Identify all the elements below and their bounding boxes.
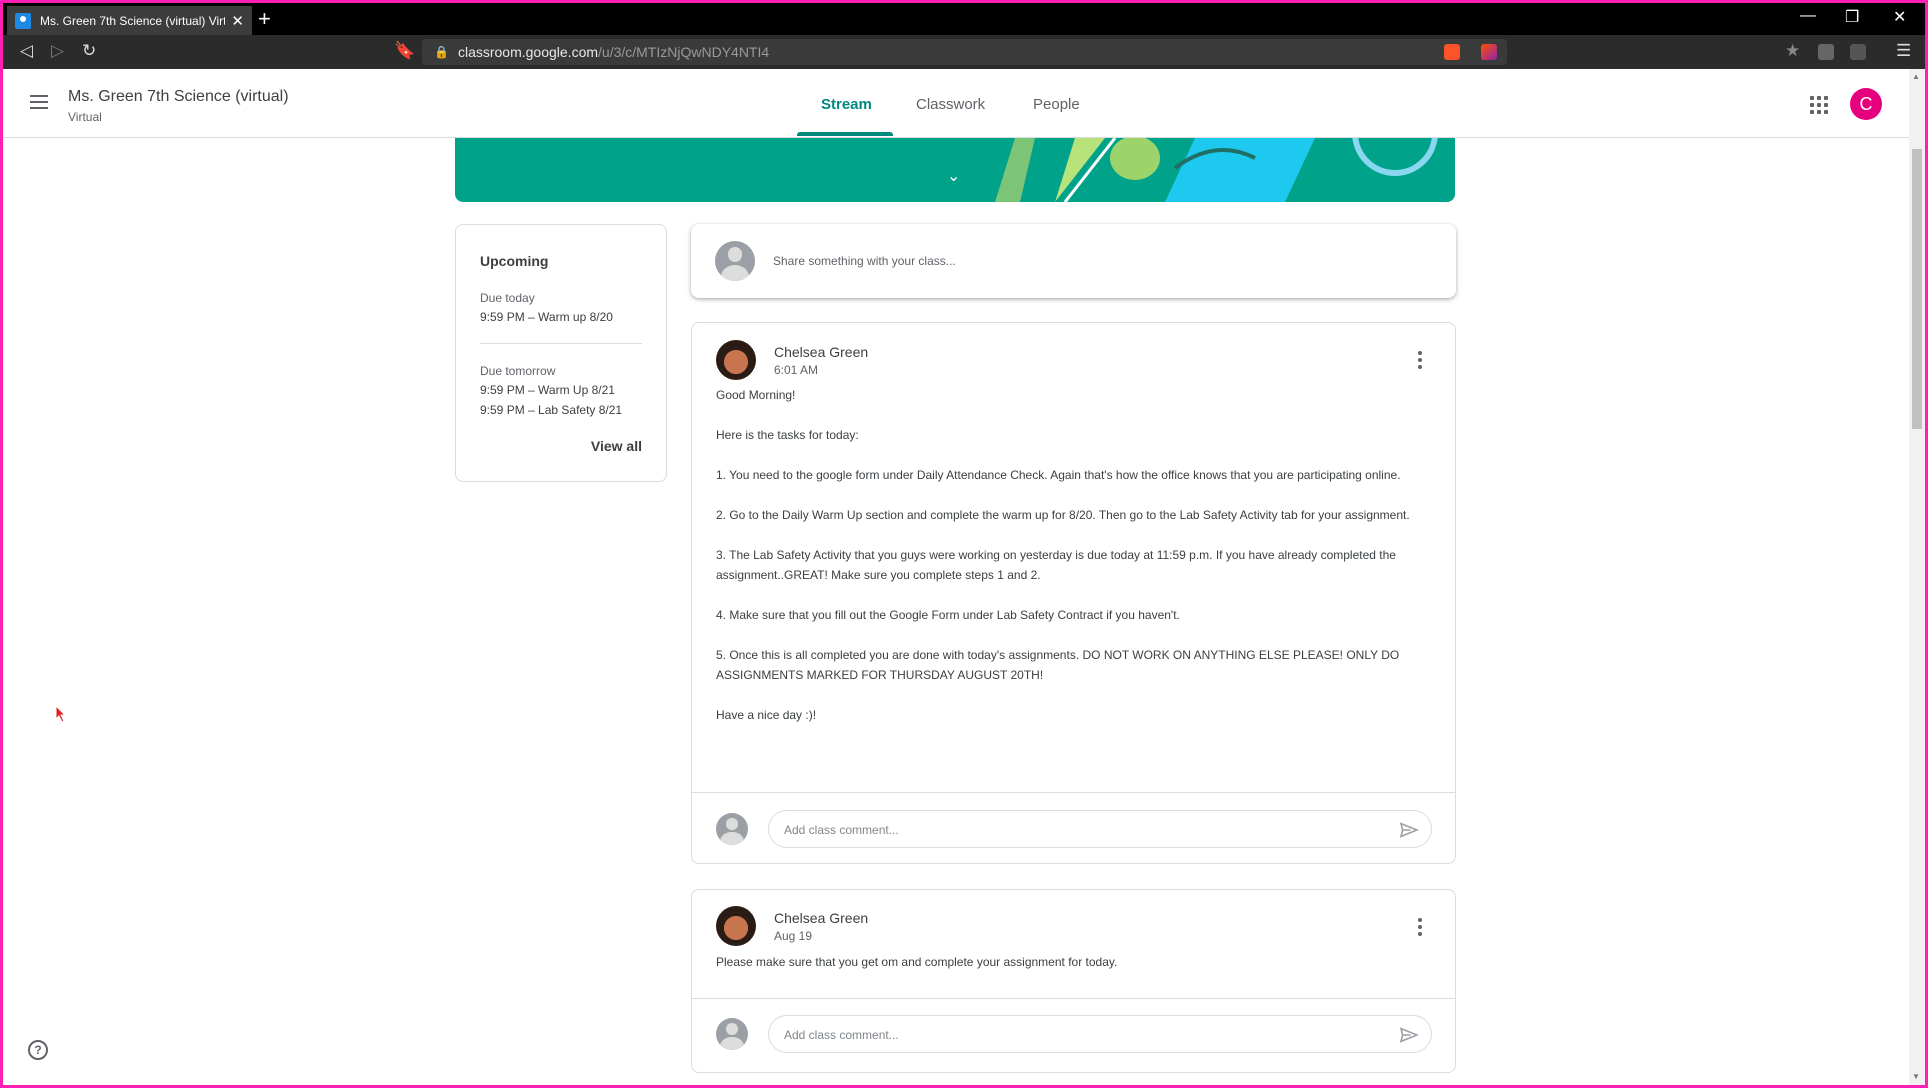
tab-stream[interactable]: Stream <box>821 96 872 113</box>
close-tab-icon[interactable]: ✕ <box>231 12 244 30</box>
post-paragraph: 5. Once this is all completed you are do… <box>716 648 1400 682</box>
browser-window: Ms. Green 7th Science (virtual) Virt ✕ +… <box>3 3 1925 1085</box>
comment-divider <box>692 998 1455 999</box>
post-paragraph: 1. You need to the google form under Dai… <box>716 468 1401 482</box>
brave-rewards-icon[interactable] <box>1481 44 1497 60</box>
post-paragraph: 3. The Lab Safety Activity that you guys… <box>716 548 1396 582</box>
class-title[interactable]: Ms. Green 7th Science (virtual) <box>68 88 289 106</box>
due-today-label: Due today <box>480 291 535 305</box>
post-paragraph: 4. Make sure that you fill out the Googl… <box>716 608 1180 622</box>
class-banner: ⌄ <box>455 138 1455 202</box>
close-window-icon[interactable]: ✕ <box>1893 7 1906 27</box>
tab-people[interactable]: People <box>1033 96 1080 113</box>
view-all-link[interactable]: View all <box>591 438 642 454</box>
share-announcement-box[interactable]: Share something with your class... <box>691 224 1456 298</box>
post-paragraph: Have a nice day :)! <box>716 708 817 722</box>
minimize-icon[interactable]: — <box>1800 7 1816 25</box>
commenter-avatar-icon <box>716 1018 748 1050</box>
active-tab-indicator <box>797 132 893 136</box>
browser-tab-title: Ms. Green 7th Science (virtual) Virt <box>40 13 226 28</box>
chevron-down-icon[interactable]: ⌄ <box>947 166 960 186</box>
upcoming-item[interactable]: 9:59 PM – Warm Up 8/21 <box>480 383 615 397</box>
main-menu-icon[interactable] <box>30 95 48 109</box>
commenter-avatar-icon <box>716 813 748 845</box>
brave-shield-icon[interactable] <box>1444 44 1460 60</box>
announcement-post: Chelsea Green Aug 19 Please make sure th… <box>691 889 1456 1073</box>
post-author: Chelsea Green <box>774 344 869 360</box>
forward-icon[interactable]: ▷ <box>51 41 64 61</box>
scroll-thumb[interactable] <box>1912 149 1922 429</box>
due-tomorrow-label: Due tomorrow <box>480 364 556 378</box>
profile-extension-icon[interactable] <box>1850 44 1866 60</box>
send-icon[interactable] <box>1399 1027 1419 1043</box>
extension-icon[interactable] <box>1818 44 1834 60</box>
classroom-favicon-icon <box>15 12 31 29</box>
class-comment-input[interactable]: Add class comment... <box>768 810 1432 848</box>
post-time[interactable]: 6:01 AM <box>774 363 818 377</box>
browser-toolbar: ◁ ▷ ↻ 🔖 🔒 classroom.google.com/u/3/c/MTI… <box>3 35 1925 69</box>
address-bar[interactable]: 🔒 classroom.google.com/u/3/c/MTIzNjQwNDY… <box>422 39 1507 65</box>
lock-icon: 🔒 <box>434 45 449 59</box>
comment-divider <box>692 792 1455 793</box>
share-placeholder: Share something with your class... <box>773 254 956 268</box>
account-avatar[interactable]: C <box>1850 88 1882 120</box>
upcoming-item[interactable]: 9:59 PM – Warm up 8/20 <box>480 310 613 324</box>
more-options-icon[interactable] <box>1418 351 1422 372</box>
class-section: Virtual <box>68 110 102 124</box>
post-paragraph: 2. Go to the Daily Warm Up section and c… <box>716 508 1410 522</box>
class-comment-input[interactable]: Add class comment... <box>768 1015 1432 1053</box>
divider <box>480 343 642 344</box>
scroll-up-icon[interactable]: ▲ <box>1912 72 1920 81</box>
new-tab-icon[interactable]: + <box>258 6 271 32</box>
send-icon[interactable] <box>1399 822 1419 838</box>
post-body: Please make sure that you get om and com… <box>716 952 1436 972</box>
author-avatar <box>716 340 756 380</box>
scroll-down-icon[interactable]: ▼ <box>1912 1072 1920 1081</box>
post-paragraph: Good Morning! <box>716 388 796 402</box>
restore-icon[interactable]: ❐ <box>1845 7 1859 27</box>
mouse-cursor-icon <box>55 705 67 723</box>
upcoming-panel: Upcoming Due today 9:59 PM – Warm up 8/2… <box>455 224 667 482</box>
post-body: Good Morning! Here is the tasks for toda… <box>716 385 1436 725</box>
reload-icon[interactable]: ↻ <box>82 41 96 61</box>
url-host: classroom.google.com <box>457 44 599 60</box>
google-apps-icon[interactable] <box>1810 96 1828 114</box>
tab-classwork[interactable]: Classwork <box>916 96 985 113</box>
post-time[interactable]: Aug 19 <box>774 929 812 943</box>
user-avatar-icon <box>715 241 755 281</box>
upcoming-item[interactable]: 9:59 PM – Lab Safety 8/21 <box>480 403 622 417</box>
back-icon[interactable]: ◁ <box>20 41 33 61</box>
browser-tab[interactable]: Ms. Green 7th Science (virtual) Virt ✕ <box>7 6 252 35</box>
help-icon[interactable]: ? <box>28 1040 48 1060</box>
announcement-post: Chelsea Green 6:01 AM Good Morning! Here… <box>691 322 1456 864</box>
classroom-header: Ms. Green 7th Science (virtual) Virtual … <box>3 69 1909 138</box>
post-paragraph: Here is the tasks for today: <box>716 428 859 442</box>
author-avatar <box>716 906 756 946</box>
url-path: /u/3/c/MTIzNjQwNDY4NTI4 <box>598 44 770 60</box>
browser-tab-bar: Ms. Green 7th Science (virtual) Virt ✕ +… <box>3 3 1925 35</box>
post-paragraph: Please make sure that you get om and com… <box>716 955 1118 969</box>
page-scrollbar[interactable]: ▲ ▼ <box>1909 69 1925 1085</box>
star-icon[interactable]: ★ <box>1785 41 1800 61</box>
more-options-icon[interactable] <box>1418 918 1422 939</box>
browser-menu-icon[interactable]: ☰ <box>1896 41 1911 61</box>
bookmark-icon[interactable]: 🔖 <box>394 41 415 61</box>
upcoming-title: Upcoming <box>480 253 549 269</box>
post-author: Chelsea Green <box>774 910 869 926</box>
